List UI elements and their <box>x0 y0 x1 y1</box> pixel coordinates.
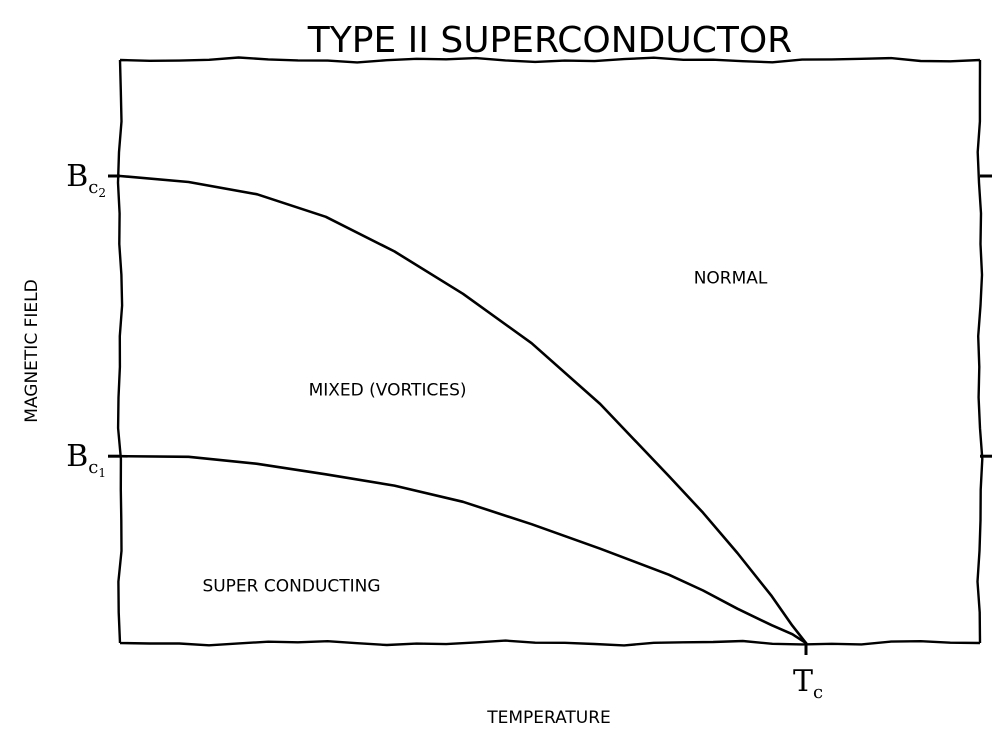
y-tick-label: Bc2 <box>66 159 106 200</box>
phase-diagram-chart: TYPE II SUPERCONDUCTOR Bc2 Bc1 Tc NORMAL MI… <box>22 20 992 728</box>
y-axis-label: MAGNETIC FIELD <box>22 279 42 422</box>
series-line <box>118 454 808 645</box>
region-label: NORMAL <box>694 268 768 288</box>
series-line <box>118 174 808 645</box>
y-tick-label: Bc1 <box>66 439 106 480</box>
plot-frame <box>116 56 984 647</box>
x-tick-label: Tc <box>793 664 823 703</box>
region-label: MIXED (VORTICES) <box>309 380 467 400</box>
region-label: SUPER CONDUCTING <box>202 577 380 597</box>
chart-title: TYPE II SUPERCONDUCTOR <box>307 20 792 61</box>
x-axis-label: TEMPERATURE <box>486 708 611 728</box>
